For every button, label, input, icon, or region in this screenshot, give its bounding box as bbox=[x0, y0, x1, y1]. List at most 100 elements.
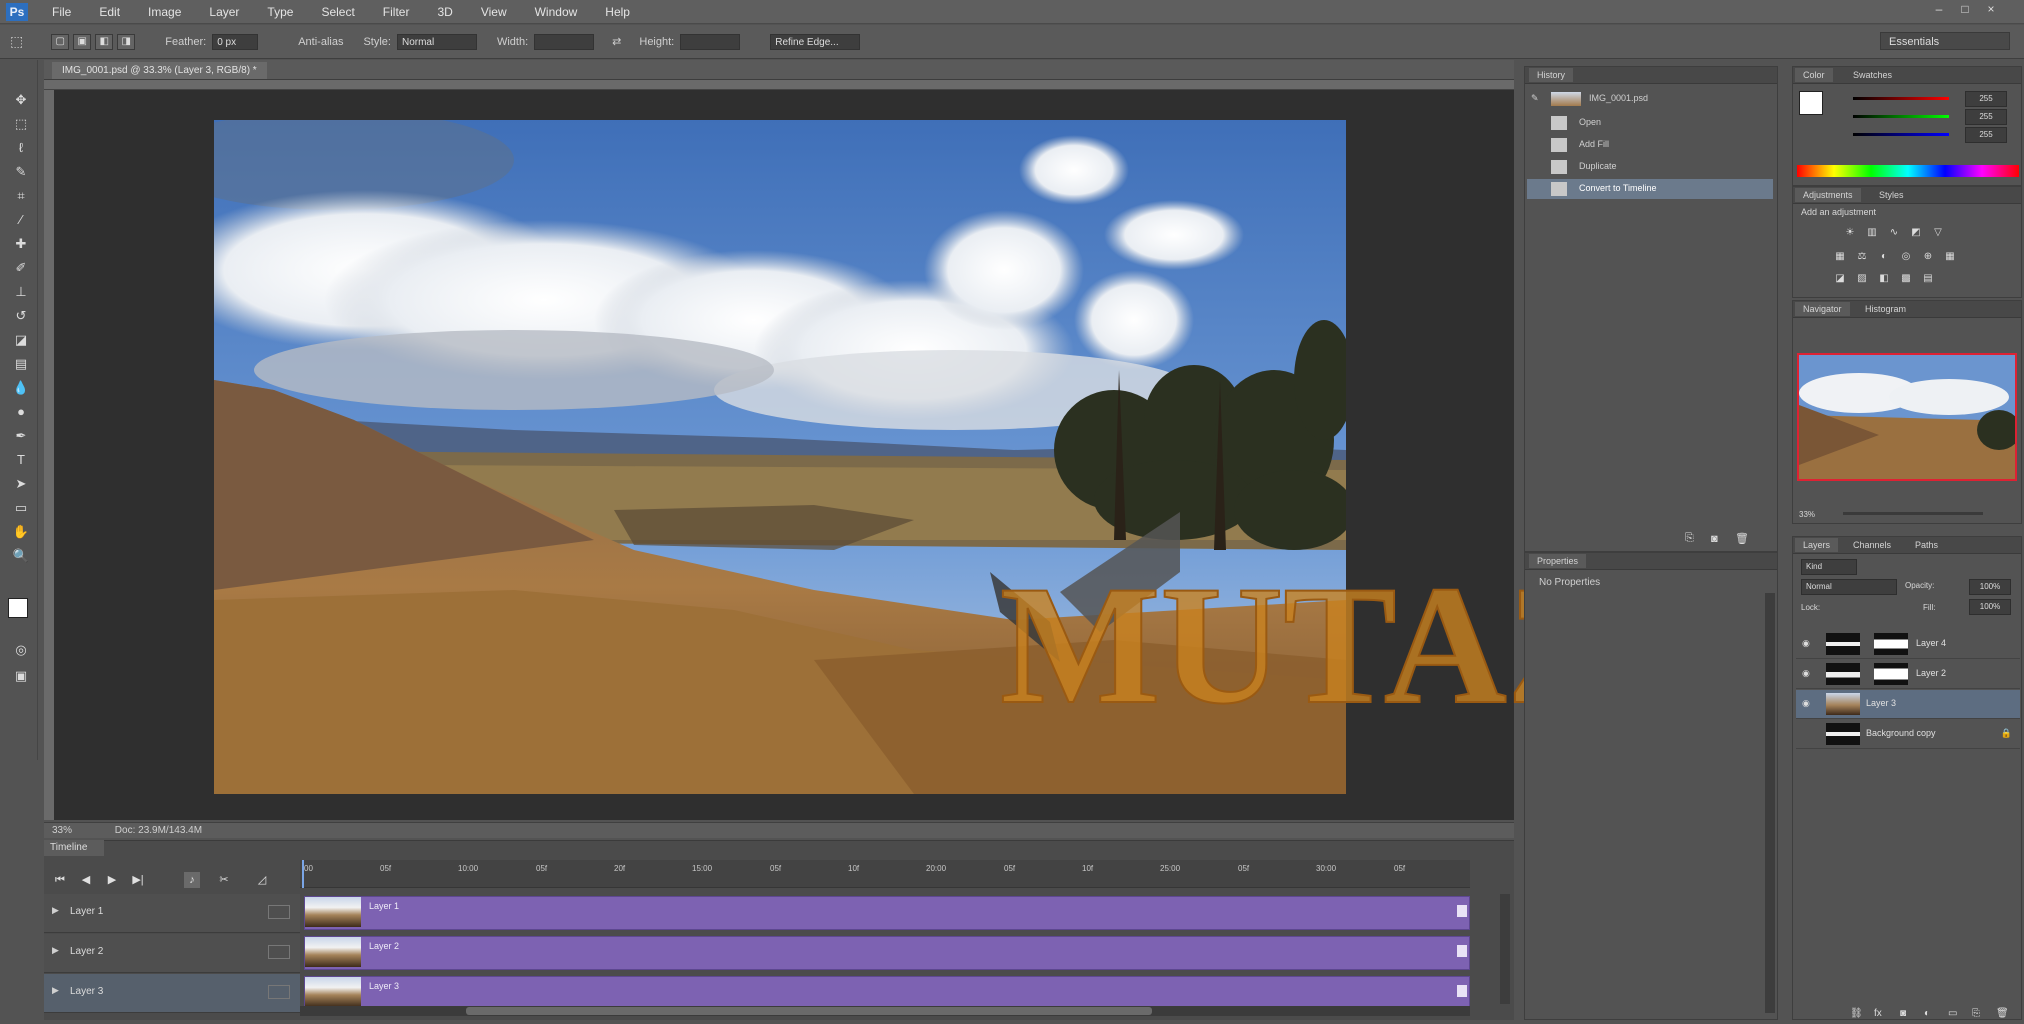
menu-help[interactable]: Help bbox=[591, 5, 644, 19]
new-layer-icon[interactable]: ⎘ bbox=[1972, 1008, 1980, 1019]
film-icon[interactable] bbox=[268, 905, 290, 919]
menu-type[interactable]: Type bbox=[253, 5, 307, 19]
green-slider[interactable] bbox=[1853, 115, 1949, 118]
navigator-zoom[interactable]: 33% bbox=[1799, 510, 1815, 519]
layer-row[interactable]: ◉ Layer 2 bbox=[1796, 660, 2020, 689]
menu-3d[interactable]: 3D bbox=[423, 5, 466, 19]
film-icon[interactable] bbox=[268, 945, 290, 959]
quick-select-icon[interactable]: ✎ bbox=[10, 162, 32, 182]
navigator-tab[interactable]: Navigator bbox=[1795, 302, 1850, 316]
timeline-track-1[interactable]: ▶ Layer 1 bbox=[44, 894, 300, 933]
timeline-clip-3[interactable]: Layer 3 bbox=[304, 976, 1470, 1010]
menu-image[interactable]: Image bbox=[134, 5, 195, 19]
invert-icon[interactable]: ◪ bbox=[1833, 273, 1847, 285]
timeline-clip-1[interactable]: Layer 1 bbox=[304, 896, 1470, 930]
layer-row[interactable]: Background copy 🔒 bbox=[1796, 720, 2020, 749]
previous-frame-icon[interactable]: ◀ bbox=[78, 872, 94, 888]
color-spectrum[interactable] bbox=[1797, 165, 2019, 177]
hand-tool-icon[interactable]: ✋ bbox=[10, 522, 32, 542]
expand-icon[interactable]: ▶ bbox=[52, 945, 59, 956]
add-mask-icon[interactable]: ◙ bbox=[1900, 1008, 1906, 1019]
color-tab[interactable]: Color bbox=[1795, 68, 1833, 82]
blend-mode-select[interactable]: Normal bbox=[1801, 579, 1897, 595]
layer-row[interactable]: ◉ Layer 4 bbox=[1796, 630, 2020, 659]
menu-view[interactable]: View bbox=[467, 5, 521, 19]
history-item[interactable]: Add Fill bbox=[1527, 135, 1751, 155]
properties-tab[interactable]: Properties bbox=[1529, 554, 1587, 568]
history-item[interactable]: Duplicate bbox=[1527, 157, 1751, 177]
workspace-select[interactable]: Essentials bbox=[1880, 32, 2010, 50]
antialias-checkbox[interactable]: Anti-alias bbox=[298, 36, 343, 48]
blue-value[interactable]: 255 bbox=[1965, 127, 2007, 143]
red-slider[interactable] bbox=[1853, 97, 1949, 100]
new-group-icon[interactable]: ▭ bbox=[1948, 1008, 1957, 1019]
photo-filter-icon[interactable]: ◎ bbox=[1899, 251, 1913, 263]
link-layers-icon[interactable]: ⛓ bbox=[1850, 1008, 1863, 1019]
menu-select[interactable]: Select bbox=[307, 5, 368, 19]
history-item[interactable]: Open bbox=[1527, 113, 1751, 133]
minimize-button[interactable]: – bbox=[1930, 2, 1948, 18]
brightness-icon[interactable]: ☀ bbox=[1843, 227, 1857, 239]
red-value[interactable]: 255 bbox=[1965, 91, 2007, 107]
layer-filter-kind[interactable]: Kind bbox=[1801, 559, 1857, 575]
hue-saturation-icon[interactable]: ▦ bbox=[1833, 251, 1847, 263]
style-select[interactable]: Normal bbox=[396, 33, 477, 50]
clip-end-handle[interactable] bbox=[1457, 945, 1467, 957]
menu-layer[interactable]: Layer bbox=[195, 5, 253, 19]
history-brush-icon[interactable]: ✎ bbox=[1531, 93, 1539, 104]
film-icon[interactable] bbox=[268, 985, 290, 999]
zoom-level[interactable]: 33% bbox=[52, 825, 72, 836]
clip-end-handle[interactable] bbox=[1457, 985, 1467, 997]
foreground-color-swatch[interactable] bbox=[8, 598, 28, 618]
properties-scrollbar[interactable] bbox=[1765, 593, 1775, 1013]
swap-icon[interactable]: ⇄ bbox=[612, 35, 621, 48]
playhead[interactable] bbox=[302, 860, 304, 888]
play-icon[interactable]: ▶ bbox=[104, 872, 120, 888]
history-tab[interactable]: History bbox=[1529, 68, 1574, 82]
color-lookup-icon[interactable]: ▦ bbox=[1943, 251, 1957, 263]
vibrance-icon[interactable]: ▽ bbox=[1931, 227, 1945, 239]
gradient-tool-icon[interactable]: ▤ bbox=[10, 354, 32, 374]
timeline-tab[interactable]: Timeline bbox=[44, 840, 104, 856]
adjustments-tab[interactable]: Adjustments bbox=[1795, 188, 1861, 202]
pen-tool-icon[interactable]: ✒ bbox=[10, 426, 32, 446]
swatches-tab[interactable]: Swatches bbox=[1845, 68, 1900, 82]
menu-window[interactable]: Window bbox=[521, 5, 592, 19]
timeline-track-3[interactable]: ▶ Layer 3 bbox=[44, 974, 300, 1013]
clip-end-handle[interactable] bbox=[1457, 905, 1467, 917]
eraser-tool-icon[interactable]: ◪ bbox=[10, 330, 32, 350]
menu-edit[interactable]: Edit bbox=[85, 5, 134, 19]
menu-file[interactable]: File bbox=[38, 5, 85, 19]
timeline-clip-2[interactable]: Layer 2 bbox=[304, 936, 1470, 970]
visibility-icon[interactable]: ◉ bbox=[1802, 638, 1810, 649]
blue-slider[interactable] bbox=[1853, 133, 1949, 136]
histogram-tab[interactable]: Histogram bbox=[1857, 302, 1914, 316]
refine-edge-button[interactable]: Refine Edge... bbox=[770, 33, 861, 50]
timeline-ruler[interactable]: 00 05f 10:00 05f 20f 15:00 05f 10f 20:00… bbox=[300, 860, 1470, 888]
history-brush-icon[interactable]: ↺ bbox=[10, 306, 32, 326]
maximize-button[interactable]: □ bbox=[1956, 2, 1974, 18]
gradient-map-icon[interactable]: ▤ bbox=[1921, 273, 1935, 285]
styles-tab[interactable]: Styles bbox=[1871, 188, 1912, 202]
layers-tab[interactable]: Layers bbox=[1795, 538, 1839, 552]
expand-icon[interactable]: ▶ bbox=[52, 985, 59, 996]
quick-mask-icon[interactable]: ◎ bbox=[10, 640, 32, 660]
width-input[interactable] bbox=[534, 33, 595, 50]
history-item-selected[interactable]: Convert to Timeline bbox=[1527, 179, 1773, 199]
new-selection-icon[interactable]: ▢ bbox=[51, 33, 70, 50]
posterize-icon[interactable]: ▨ bbox=[1855, 273, 1869, 285]
threshold-icon[interactable]: ◧ bbox=[1877, 273, 1891, 285]
black-white-icon[interactable]: ◐ bbox=[1877, 251, 1891, 263]
healing-brush-icon[interactable]: ✚ bbox=[10, 234, 32, 254]
path-select-icon[interactable]: ➤ bbox=[10, 474, 32, 494]
shape-tool-icon[interactable]: ▭ bbox=[10, 498, 32, 518]
history-snapshot[interactable]: ✎ IMG_0001.psd bbox=[1527, 89, 1751, 109]
layer-style-icon[interactable]: fx bbox=[1874, 1008, 1882, 1019]
dodge-tool-icon[interactable]: ● bbox=[10, 402, 32, 422]
marquee-tool-icon[interactable]: ⬚ bbox=[10, 33, 23, 50]
eyedropper-icon[interactable]: ⁄ bbox=[10, 210, 32, 230]
selective-color-icon[interactable]: ▩ bbox=[1899, 273, 1913, 285]
timeline-vscrollbar[interactable] bbox=[1500, 894, 1510, 1004]
brush-tool-icon[interactable]: ✐ bbox=[10, 258, 32, 278]
levels-icon[interactable]: ▥ bbox=[1865, 227, 1879, 239]
